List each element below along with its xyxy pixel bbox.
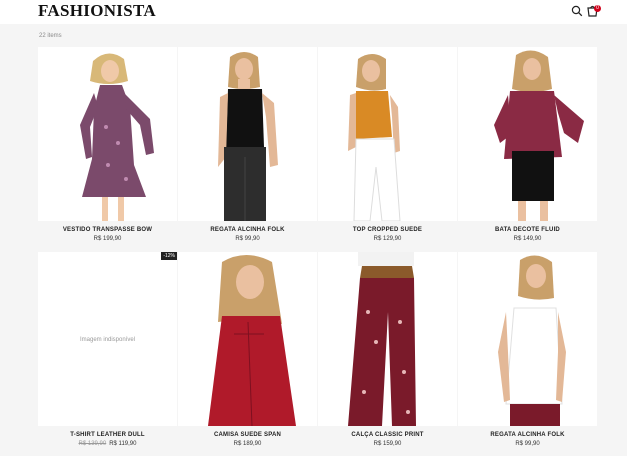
product-name[interactable]: TOP CROPPED SUEDE xyxy=(318,227,457,233)
product-grid: VESTIDO TRANSPASSE BOW R$ 199,90 REGATA … xyxy=(38,47,598,456)
product-image[interactable] xyxy=(178,252,317,426)
product-name[interactable]: VESTIDO TRANSPASSE BOW xyxy=(38,227,177,233)
product-price: R$ 159,90 xyxy=(373,441,402,447)
product-price: R$ 129,90 xyxy=(373,236,402,242)
product-image[interactable] xyxy=(178,47,317,221)
current-price: R$ 119,90 xyxy=(109,441,137,447)
product-image[interactable] xyxy=(318,47,457,221)
product-image[interactable] xyxy=(458,47,597,221)
model-photo xyxy=(498,255,566,426)
model-photo xyxy=(208,255,296,426)
search-icon[interactable] xyxy=(571,5,583,17)
model-photo xyxy=(348,252,416,426)
product-price: R$ 139,90 R$ 119,90 xyxy=(38,441,177,447)
product-name[interactable]: REGATA ALCINHA FOLK xyxy=(458,432,597,438)
model-photo xyxy=(80,53,154,221)
product-image[interactable] xyxy=(458,252,597,426)
product-image[interactable] xyxy=(318,252,457,426)
old-price: R$ 139,90 xyxy=(78,441,107,447)
product-image[interactable]: Imagem indisponível -12% xyxy=(38,252,177,426)
product-name[interactable]: T-SHIRT LEATHER DULL xyxy=(38,432,177,438)
product-price: R$ 199,90 xyxy=(93,236,122,242)
product-price: R$ 189,90 xyxy=(233,441,262,447)
image-unavailable-text: Imagem indisponível xyxy=(79,337,136,343)
cart-count-badge: 0 xyxy=(594,5,601,12)
product-price: R$ 99,90 xyxy=(235,236,260,242)
model-photo xyxy=(348,54,401,221)
items-count: 22 items xyxy=(39,33,62,39)
product-name[interactable]: CALÇA CLASSIC PRINT xyxy=(318,432,457,438)
product-name[interactable]: BATA DECOTE FLUID xyxy=(458,227,597,233)
product-price: R$ 149,90 xyxy=(513,236,542,242)
site-logo[interactable]: FASHIONISTA xyxy=(38,2,156,20)
model-photo xyxy=(218,52,278,221)
product-name[interactable]: REGATA ALCINHA FOLK xyxy=(178,227,317,233)
product-image[interactable] xyxy=(38,47,177,221)
top-header: FASHIONISTA 0 xyxy=(0,0,627,24)
discount-badge: -12% xyxy=(161,252,177,260)
product-price: R$ 99,90 xyxy=(515,441,540,447)
model-photo xyxy=(494,50,584,221)
product-name[interactable]: CAMISA SUEDE SPAN xyxy=(178,432,317,438)
